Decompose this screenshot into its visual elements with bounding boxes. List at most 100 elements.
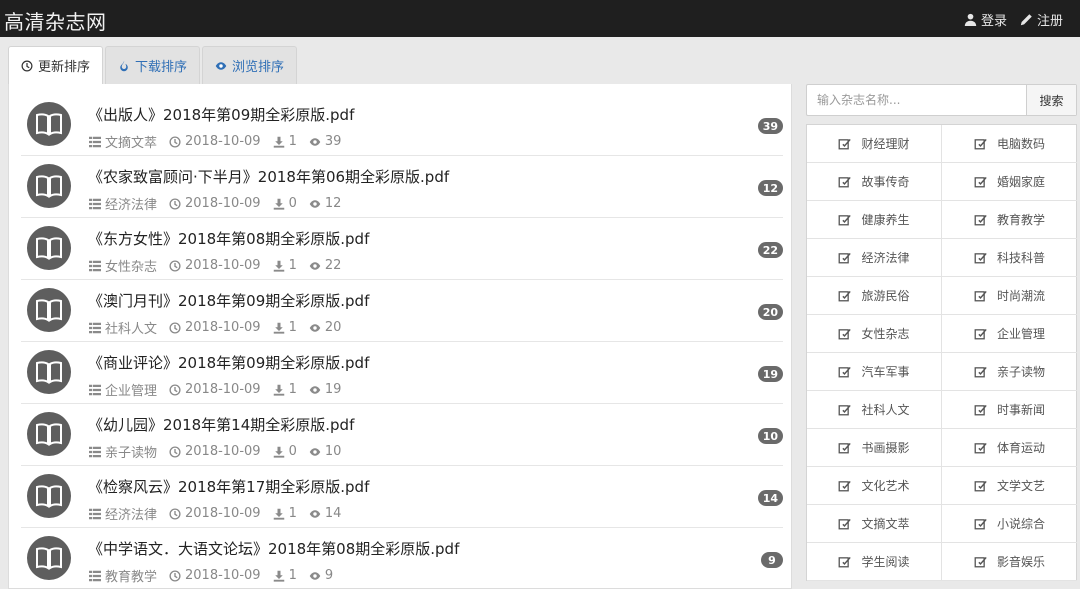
item-views-value: 19 [324,382,342,397]
edit-check-icon [974,518,987,530]
item-title-link[interactable]: 《出版人》2018年第09期全彩原版.pdf [88,104,354,125]
category-item[interactable]: 小说综合 [942,505,1077,543]
item-views-value: 14 [324,506,342,521]
download-icon [273,136,284,148]
list-item[interactable]: 《幼儿园》2018年第14期全彩原版.pdf 亲子读物 2018-10-09 0… [21,404,783,466]
view-count-badge: 22 [757,242,783,258]
tab-update-sort[interactable]: 更新排序 [8,46,104,84]
clock-icon [169,259,181,272]
item-category[interactable]: 文摘文萃 [89,132,157,151]
item-downloads-value: 1 [288,568,297,583]
category-item[interactable]: 女性杂志 [807,315,942,353]
category-item[interactable]: 旅游民俗 [807,277,942,315]
item-views: 10 [309,444,341,459]
item-date: 2018-10-09 [169,196,261,211]
item-category[interactable]: 教育教学 [89,566,157,585]
category-item[interactable]: 故事传奇 [807,163,942,201]
item-title-link[interactable]: 《东方女性》2018年第08期全彩原版.pdf [88,228,369,249]
category-item[interactable]: 汽车军事 [807,353,942,391]
category-label: 教育教学 [996,213,1045,227]
category-item[interactable]: 文学文艺 [942,467,1077,505]
book-icon [27,288,71,332]
tab-download-sort[interactable]: 下载排序 [105,46,201,84]
item-views: 14 [309,506,342,521]
item-meta: 经济法律 2018-10-09 1 14 [89,504,353,523]
item-category[interactable]: 女性杂志 [89,256,157,275]
category-label: 亲子读物 [996,365,1045,379]
item-category[interactable]: 亲子读物 [89,442,157,461]
list-item[interactable]: 《商业评论》2018年第09期全彩原版.pdf 企业管理 2018-10-09 … [21,342,783,404]
list-item[interactable]: 《检察风云》2018年第17期全彩原版.pdf 经济法律 2018-10-09 … [21,466,783,528]
category-item[interactable]: 时事新闻 [942,391,1077,429]
edit-check-icon [839,518,852,530]
list-item[interactable]: 《出版人》2018年第09期全彩原版.pdf 文摘文萃 2018-10-09 1… [21,94,783,156]
user-icon [964,13,977,26]
register-link[interactable]: 注册 [1020,10,1063,29]
book-icon [27,164,71,208]
search-box: 搜索 [806,84,1077,116]
category-item[interactable]: 社科人文 [807,391,942,429]
edit-check-icon [839,556,852,568]
category-label: 女性杂志 [861,327,910,341]
tab-view-sort[interactable]: 浏览排序 [202,46,298,84]
category-item[interactable]: 财经理财 [807,125,942,163]
category-item[interactable]: 学生阅读 [807,543,942,581]
item-category-label: 经济法律 [105,198,158,213]
item-date-value: 2018-10-09 [185,506,261,521]
book-icon [27,412,71,456]
category-item[interactable]: 科技科普 [942,239,1077,277]
item-category[interactable]: 社科人文 [89,318,157,337]
category-item[interactable]: 书画摄影 [807,429,942,467]
item-date-value: 2018-10-09 [185,196,261,211]
edit-check-icon [839,252,852,264]
item-downloads: 0 [273,444,297,459]
item-views-value: 9 [324,568,334,583]
category-item[interactable]: 经济法律 [807,239,942,277]
search-button[interactable]: 搜索 [1026,85,1076,115]
item-category[interactable]: 经济法律 [89,504,157,523]
category-item[interactable]: 体育运动 [942,429,1077,467]
item-date: 2018-10-09 [169,258,261,273]
list-item[interactable]: 《东方女性》2018年第08期全彩原版.pdf 女性杂志 2018-10-09 … [21,218,783,280]
item-title-link[interactable]: 《中学语文．大语文论坛》2018年第08期全彩原版.pdf [88,538,459,559]
category-item[interactable]: 电脑数码 [942,125,1077,163]
edit-check-icon [839,214,852,226]
edit-check-icon [974,290,987,302]
item-category-label: 教育教学 [105,570,158,585]
category-item[interactable]: 亲子读物 [942,353,1077,391]
list-item[interactable]: 《中学语文．大语文论坛》2018年第08期全彩原版.pdf 教育教学 2018-… [21,528,783,589]
item-downloads: 1 [273,382,297,397]
clock-icon [169,135,181,148]
item-date: 2018-10-09 [169,382,261,397]
tab-label: 浏览排序 [232,60,285,75]
tab-label: 更新排序 [38,60,91,75]
category-item[interactable]: 文摘文萃 [807,505,942,543]
search-input[interactable] [807,85,1027,115]
category-item[interactable]: 时尚潮流 [942,277,1077,315]
login-link[interactable]: 登录 [964,10,1007,29]
item-title-link[interactable]: 《农家致富顾问·下半月》2018年第06期全彩原版.pdf [88,166,449,187]
site-brand[interactable]: 高清杂志网 [4,6,107,35]
item-title-link[interactable]: 《商业评论》2018年第09期全彩原版.pdf [88,352,369,373]
clock-icon [169,197,181,210]
book-icon [27,226,71,270]
list-item[interactable]: 《农家致富顾问·下半月》2018年第06期全彩原版.pdf 经济法律 2018-… [21,156,783,218]
item-category[interactable]: 经济法律 [89,194,157,213]
book-icon [27,474,71,518]
item-title-link[interactable]: 《幼儿园》2018年第14期全彩原版.pdf [88,414,354,435]
category-item[interactable]: 健康养生 [807,201,942,239]
magazine-list-panel: 《出版人》2018年第09期全彩原版.pdf 文摘文萃 2018-10-09 1… [8,84,792,589]
category-panel: 财经理财 电脑数码 故事传奇 婚姻家庭 健康养生 教育教学 经济法律 科技科普 … [806,124,1077,581]
category-item[interactable]: 教育教学 [942,201,1077,239]
item-title-link[interactable]: 《检察风云》2018年第17期全彩原版.pdf [88,476,369,497]
item-category[interactable]: 企业管理 [89,380,157,399]
item-views-value: 20 [324,320,342,335]
item-title-link[interactable]: 《澳门月刊》2018年第09期全彩原版.pdf [88,290,369,311]
category-item[interactable]: 文化艺术 [807,467,942,505]
category-item[interactable]: 影音娱乐 [942,543,1077,581]
item-category-label: 企业管理 [105,384,158,399]
category-label: 经济法律 [861,251,910,265]
list-item[interactable]: 《澳门月刊》2018年第09期全彩原版.pdf 社科人文 2018-10-09 … [21,280,783,342]
category-item[interactable]: 企业管理 [942,315,1077,353]
category-item[interactable]: 婚姻家庭 [942,163,1077,201]
